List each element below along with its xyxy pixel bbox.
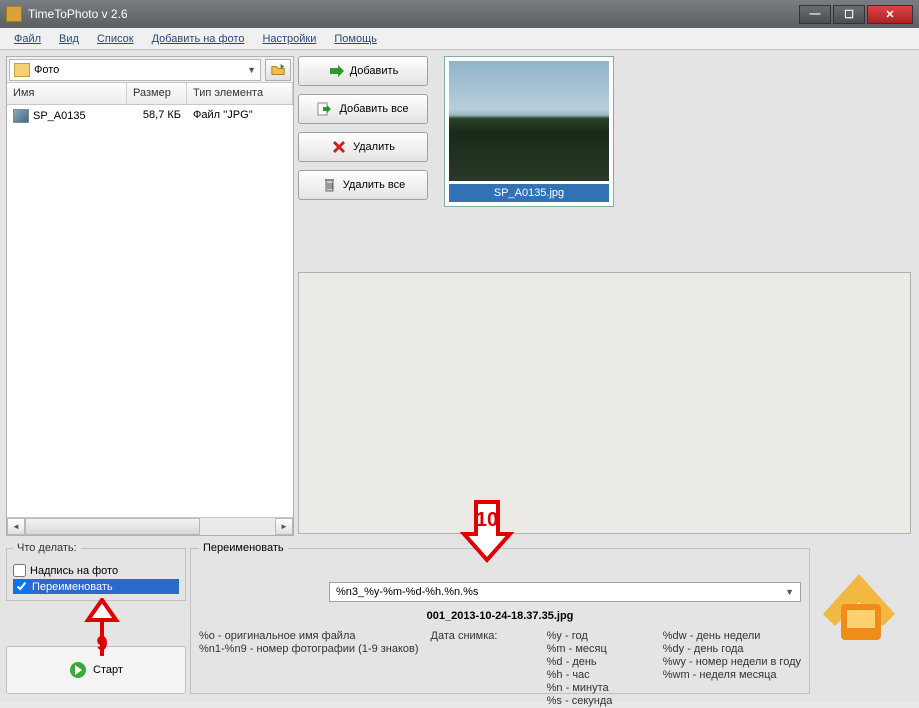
- folder-select[interactable]: Фото ▼: [9, 59, 261, 81]
- add-label: Добавить: [350, 65, 399, 77]
- caption-label: Надпись на фото: [30, 565, 118, 577]
- maximize-button[interactable]: ☐: [833, 5, 865, 24]
- start-label: Старт: [93, 664, 123, 676]
- app-logo-stamp: [813, 554, 905, 654]
- menu-file[interactable]: Файл: [6, 31, 49, 47]
- minimize-button[interactable]: —: [799, 5, 831, 24]
- chevron-down-icon: ▼: [785, 587, 794, 597]
- browse-button[interactable]: [265, 59, 291, 81]
- image-file-icon: [13, 109, 29, 123]
- delete-button[interactable]: Удалить: [298, 132, 428, 162]
- hint-wm: %wm - неделя месяца: [663, 669, 801, 681]
- pattern-select[interactable]: %n3_%y-%m-%d-%h.%n.%s ▼: [329, 582, 801, 602]
- hint-m: %m - месяц: [547, 643, 651, 655]
- folder-name: Фото: [34, 64, 59, 76]
- window-title: TimeToPhoto v 2.6: [28, 7, 799, 21]
- rename-legend: Переименовать: [199, 542, 288, 554]
- delete-all-button[interactable]: Удалить все: [298, 170, 428, 200]
- add-all-label: Добавить все: [339, 103, 408, 115]
- rename-label: Переименовать: [32, 581, 113, 593]
- what-to-do-group: Что делать: Надпись на фото Переименоват…: [6, 542, 186, 601]
- hint-min: %n - минута: [547, 682, 651, 694]
- rename-group: Переименовать %n3_%y-%m-%d-%h.%n.%s ▼ 00…: [190, 542, 810, 694]
- hint-o: %o - оригинальное имя файла: [199, 630, 419, 642]
- thumbnail-image: [449, 61, 609, 181]
- thumbnail-filename: SP_A0135.jpg: [449, 184, 609, 202]
- chevron-down-icon: ▼: [247, 65, 256, 75]
- hint-d: %d - день: [547, 656, 651, 668]
- file-name: SP_A0135: [33, 110, 86, 122]
- file-panel: Фото ▼ Имя Размер Тип элемента SP_A0135 …: [6, 56, 294, 536]
- scroll-left-icon[interactable]: ◄: [7, 518, 25, 535]
- hint-y: %y - год: [547, 630, 651, 642]
- hint-date-title: Дата снимка:: [431, 630, 535, 642]
- hint-dy: %dy - день года: [663, 643, 801, 655]
- pattern-hints: %o - оригинальное имя файла %n1-%n9 - но…: [199, 630, 801, 708]
- caption-checkbox[interactable]: [13, 564, 26, 577]
- menu-help[interactable]: Помощь: [326, 31, 385, 47]
- folder-icon: [14, 63, 30, 77]
- file-header[interactable]: Имя Размер Тип элемента: [7, 83, 293, 105]
- close-button[interactable]: ✕: [867, 5, 913, 24]
- hint-n: %n1-%n9 - номер фотографии (1-9 знаков): [199, 643, 419, 655]
- table-row[interactable]: SP_A0135 58,7 КБ Файл ''JPG'': [7, 105, 293, 127]
- add-all-button[interactable]: Добавить все: [298, 94, 428, 124]
- col-size[interactable]: Размер: [127, 83, 187, 104]
- col-name[interactable]: Имя: [7, 83, 127, 104]
- scroll-thumb[interactable]: [25, 518, 200, 535]
- file-size: 58,7 КБ: [127, 107, 187, 125]
- menu-view[interactable]: Вид: [51, 31, 87, 47]
- col-type[interactable]: Тип элемента: [187, 83, 293, 104]
- pattern-value: %n3_%y-%m-%d-%h.%n.%s: [336, 586, 478, 598]
- hint-h: %h - час: [547, 669, 651, 681]
- delete-all-label: Удалить все: [343, 179, 405, 191]
- menubar: Файл Вид Список Добавить на фото Настрой…: [0, 28, 919, 50]
- menu-settings[interactable]: Настройки: [254, 31, 324, 47]
- work-area: [298, 272, 911, 534]
- titlebar: TimeToPhoto v 2.6 — ☐ ✕: [0, 0, 919, 28]
- what-legend: Что делать:: [13, 542, 81, 554]
- file-type: Файл ''JPG'': [187, 107, 293, 125]
- rename-checkbox[interactable]: [15, 580, 28, 593]
- horizontal-scrollbar[interactable]: ◄ ►: [7, 517, 293, 535]
- example-filename: 001_2013-10-24-18.37.35.jpg: [199, 610, 801, 622]
- hint-wy: %wy - номер недели в году: [663, 656, 801, 668]
- delete-label: Удалить: [353, 141, 395, 153]
- preview-panel: SP_A0135.jpg: [444, 56, 614, 207]
- menu-list[interactable]: Список: [89, 31, 142, 47]
- hint-dw: %dw - день недели: [663, 630, 801, 642]
- hint-s: %s - секунда: [547, 695, 651, 707]
- add-button[interactable]: Добавить: [298, 56, 428, 86]
- thumbnail[interactable]: SP_A0135.jpg: [444, 56, 614, 207]
- menu-add-to-photo[interactable]: Добавить на фото: [144, 31, 253, 47]
- start-button[interactable]: Старт: [6, 646, 186, 694]
- scroll-right-icon[interactable]: ►: [275, 518, 293, 535]
- app-icon: [6, 6, 22, 22]
